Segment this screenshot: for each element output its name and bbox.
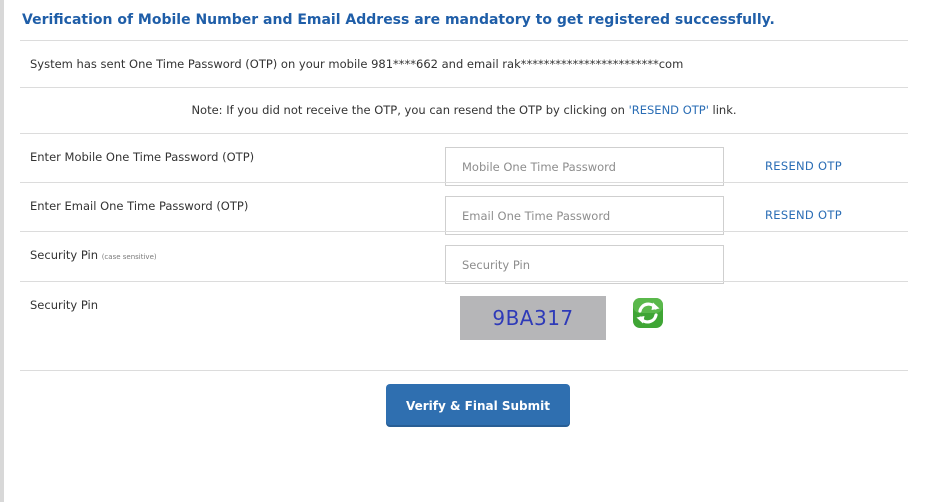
verification-panel: Verification of Mobile Number and Email …: [20, 0, 908, 443]
verify-final-submit-button[interactable]: Verify & Final Submit: [386, 384, 570, 427]
mobile-otp-row: Enter Mobile One Time Password (OTP) RES…: [20, 133, 908, 186]
mobile-otp-input[interactable]: [445, 147, 724, 186]
note-resend-link[interactable]: 'RESEND OTP': [629, 103, 709, 117]
email-otp-input[interactable]: [445, 196, 724, 235]
email-resend-otp-link[interactable]: RESEND OTP: [765, 208, 842, 222]
security-pin-label-wrap: Security Pin (case sensitive): [30, 248, 157, 262]
mobile-otp-label: Enter Mobile One Time Password (OTP): [30, 150, 255, 164]
otp-sent-info: System has sent One Time Password (OTP) …: [20, 40, 908, 87]
mobile-resend-otp-link[interactable]: RESEND OTP: [765, 159, 842, 173]
captcha-image: 9BA317: [460, 296, 606, 340]
email-otp-label: Enter Email One Time Password (OTP): [30, 199, 249, 213]
security-pin-row: Security Pin (case sensitive): [20, 231, 908, 284]
left-border: [0, 0, 4, 502]
email-otp-row: Enter Email One Time Password (OTP) RESE…: [20, 182, 908, 235]
submit-row: Verify & Final Submit: [20, 370, 908, 443]
page-heading: Verification of Mobile Number and Email …: [22, 12, 775, 28]
case-sensitive-hint: (case sensitive): [101, 253, 157, 261]
captcha-label: Security Pin: [30, 298, 99, 312]
security-pin-label: Security Pin: [30, 248, 99, 262]
resend-note: Note: If you did not receive the OTP, yo…: [20, 87, 908, 133]
security-pin-input[interactable]: [445, 245, 724, 284]
note-suffix: link.: [708, 103, 737, 117]
captcha-row: Security Pin 9BA317: [20, 281, 908, 370]
note-prefix: Note: If you did not receive the OTP, yo…: [191, 103, 629, 117]
refresh-icon[interactable]: [631, 296, 665, 330]
